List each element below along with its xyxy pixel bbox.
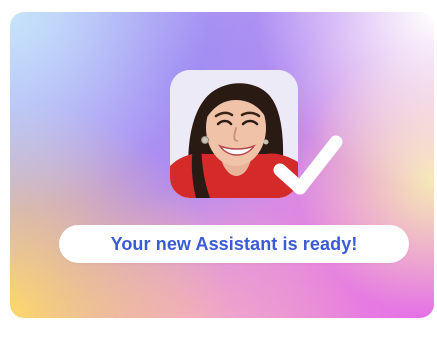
checkmark-icon (273, 135, 343, 195)
assistant-ready-card: Your new Assistant is ready! (10, 12, 434, 318)
status-message: Your new Assistant is ready! (110, 233, 358, 254)
status-banner: Your new Assistant is ready! (59, 225, 409, 263)
